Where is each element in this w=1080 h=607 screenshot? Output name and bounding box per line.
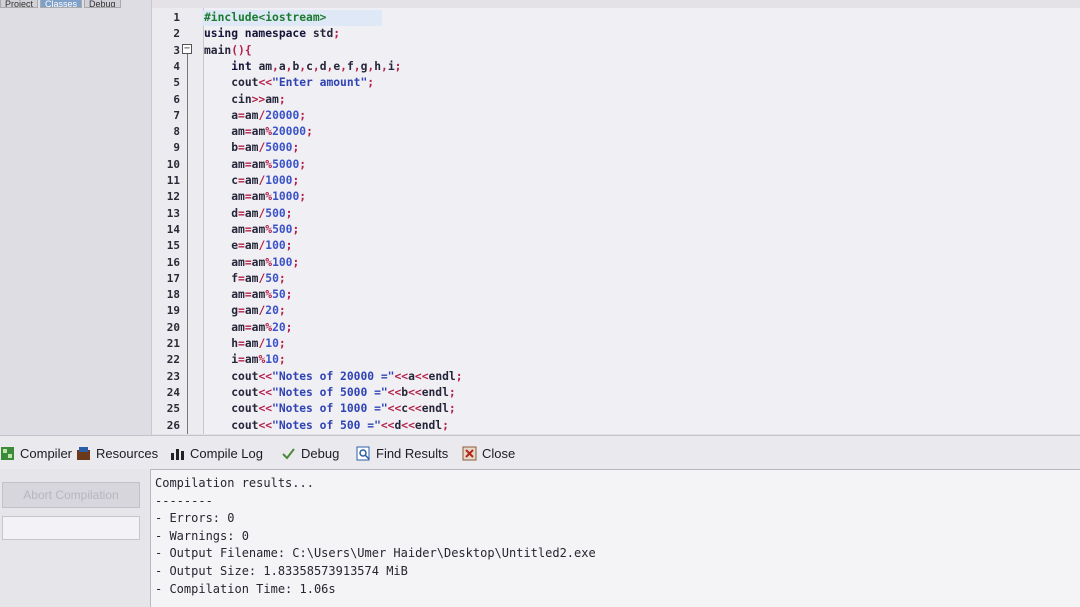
code-line[interactable]: cout<<"Notes of 5000 ="<<b<<endl; (204, 385, 456, 401)
tab-debug-label: Debug (301, 445, 340, 461)
bottom-tab-bar: Compiler Resources Compile Log Debug Fin… (0, 435, 1080, 469)
line-number: 26 (166, 418, 180, 432)
code-line[interactable]: #include<iostream> (202, 10, 382, 26)
code-line[interactable]: am=am%20; (204, 320, 292, 336)
tab-find-results[interactable]: Find Results (356, 442, 448, 464)
close-icon (462, 446, 477, 460)
line-number: 8 (173, 125, 180, 139)
code-line[interactable]: int am,a,b,c,d,e,f,g,h,i; (204, 59, 401, 75)
code-line[interactable]: c=am/1000; (204, 173, 299, 189)
line-number: 21 (166, 337, 180, 350)
compile-log-output: Compilation results... -------- - Errors: … (150, 469, 1080, 607)
line-number: 10 (166, 157, 180, 171)
bar-chart-icon (171, 448, 184, 460)
code-line[interactable]: am=am%100; (204, 255, 299, 271)
line-number: 11 (166, 174, 180, 187)
output-line: Compilation results... (155, 476, 314, 490)
line-number: 1 (173, 11, 180, 24)
code-line[interactable]: a=am/20000; (204, 108, 306, 124)
tab-project[interactable]: Project (0, 0, 39, 8)
code-line[interactable]: am=am%5000; (204, 157, 306, 173)
code-line[interactable]: main(){ (204, 43, 252, 59)
tab-compiler[interactable]: Compiler (0, 442, 72, 464)
code-line[interactable]: b=am/5000; (204, 140, 299, 156)
output-line: - Warnings: 0 (155, 528, 249, 543)
tab-compile-log-label: Compile Log (190, 445, 263, 461)
checkmark-icon (282, 447, 295, 460)
code-line[interactable]: am=am%1000; (204, 189, 306, 205)
code-line[interactable]: am=am%20000; (204, 124, 313, 140)
tab-find-results-label: Find Results (376, 445, 449, 461)
line-number: 4 (173, 59, 180, 73)
code-line[interactable]: cout<<"Notes of 500 ="<<d<<endl; (204, 418, 449, 434)
tab-debug[interactable]: Debug (84, 0, 121, 8)
line-number: 20 (166, 320, 180, 334)
tab-debug-output[interactable]: Debug (281, 442, 339, 464)
code-line[interactable]: cout<<"Enter amount"; (204, 75, 374, 91)
line-number: 9 (173, 141, 180, 155)
line-number: 3 (173, 43, 180, 57)
tab-compiler-label: Compiler (20, 445, 73, 461)
project-browser-tabs: Project Classes Debug (0, 0, 152, 8)
code-line[interactable]: using namespace std; (204, 26, 340, 42)
resources-icon (77, 446, 90, 460)
code-editor[interactable]: #include<iostream> using namespace std; ma… (202, 8, 1080, 434)
tab-classes[interactable]: Classes (40, 0, 83, 8)
code-line[interactable]: am=am%500; (204, 222, 299, 238)
code-line[interactable]: h=am/10; (204, 336, 285, 352)
code-line[interactable]: d=am/500; (204, 206, 292, 222)
close-button[interactable]: Close (462, 442, 515, 464)
line-number: 23 (166, 369, 180, 383)
close-label: Close (482, 445, 516, 461)
output-line: -------- (155, 493, 213, 508)
tab-resources[interactable]: Resources (76, 442, 158, 464)
tab-compile-log[interactable]: Compile Log (170, 442, 263, 464)
progress-field (2, 516, 140, 540)
tab-resources-label: Resources (96, 445, 159, 461)
project-browser-pane: Project Classes Debug (0, 0, 152, 435)
line-number: 22 (166, 353, 180, 367)
output-line: - Output Size: 1.83358573913574 MiB (155, 564, 408, 578)
line-number: 2 (173, 27, 180, 41)
line-number: 15 (166, 239, 180, 253)
line-number: 17 (166, 271, 180, 285)
line-number: 5 (173, 76, 180, 90)
line-number: 18 (166, 288, 180, 302)
compiler-icon (1, 446, 14, 460)
abort-compilation-button[interactable]: Abort Compilation (2, 482, 140, 508)
output-line: - Output Filename: C:\Users\Umer Haider\… (155, 546, 596, 561)
output-line: - Compilation Time: 1.06s (155, 581, 336, 596)
code-line[interactable]: g=am/20; (204, 303, 285, 319)
code-line[interactable]: cout<<"Notes of 1000 ="<<c<<endl; (204, 401, 456, 417)
line-number: 25 (166, 402, 180, 416)
compile-controls: Abort Compilation (0, 469, 150, 607)
fold-guide-line (187, 54, 188, 434)
find-icon (356, 446, 370, 460)
line-number: 24 (166, 385, 180, 399)
line-number: 14 (166, 222, 180, 236)
code-line[interactable]: i=am%10; (204, 352, 285, 368)
line-number: 12 (166, 190, 180, 204)
fold-collapse-icon[interactable]: − (182, 44, 192, 54)
line-number-gutter: − 1 2 3 4 5 6 7 8 9 10 11 12 13 14 15 16 17 18 19 20 21 22 23 2… (152, 8, 204, 434)
line-number: 6 (173, 92, 180, 106)
code-line[interactable]: e=am/100; (204, 238, 292, 254)
code-line[interactable]: cout<<"Notes of 20000 ="<<a<<endl; (204, 369, 462, 385)
code-line[interactable]: cin>>am; (204, 92, 285, 108)
line-number: 13 (166, 206, 180, 220)
code-line[interactable]: f=am/50; (204, 271, 285, 287)
line-number: 16 (166, 255, 180, 269)
line-number: 19 (166, 304, 180, 318)
code-line[interactable]: am=am%50; (204, 287, 292, 303)
output-line: - Errors: 0 (155, 511, 235, 526)
line-number: 7 (173, 108, 180, 122)
